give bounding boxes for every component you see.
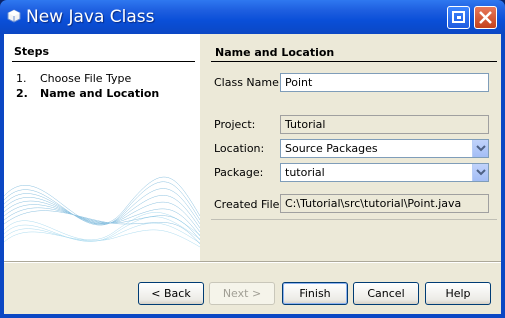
location-value: Source Packages	[285, 142, 378, 155]
class-name-input[interactable]: Point	[280, 73, 489, 92]
package-value: tutorial	[285, 166, 325, 179]
close-button[interactable]	[474, 6, 497, 29]
chevron-down-icon	[476, 145, 486, 152]
package-label: Package:	[214, 166, 264, 179]
project-label: Project:	[214, 118, 256, 131]
restore-icon	[452, 11, 465, 23]
project-field: Tutorial	[280, 115, 489, 134]
step-name-and-location: 2. Name and Location	[16, 87, 159, 100]
class-name-label: Class Name:	[214, 76, 283, 89]
location-label: Location:	[214, 142, 265, 155]
finish-button[interactable]: Finish	[282, 282, 348, 305]
steps-divider	[12, 61, 195, 62]
steps-panel: Steps 1. Choose File Type 2. Name and Loca…	[4, 34, 200, 261]
package-dropdown-button[interactable]	[472, 164, 488, 181]
step-number: 1.	[16, 72, 27, 85]
section-heading: Name and Location	[215, 46, 335, 59]
window-title: New Java Class	[26, 7, 155, 27]
step-choose-file-type: 1. Choose File Type	[16, 72, 131, 85]
created-file-label: Created File:	[214, 198, 284, 211]
section-divider	[211, 61, 497, 62]
title-bar[interactable]: New Java Class	[0, 0, 505, 34]
steps-heading: Steps	[14, 45, 50, 58]
package-select[interactable]: tutorial	[280, 163, 489, 182]
close-icon	[479, 11, 492, 24]
step-label: Name and Location	[40, 87, 160, 100]
java-class-icon	[7, 9, 21, 23]
next-button[interactable]: Next >	[209, 282, 275, 305]
back-button[interactable]: < Back	[138, 282, 204, 305]
form-divider	[211, 219, 497, 220]
location-dropdown-button[interactable]	[472, 140, 488, 157]
step-label: Choose File Type	[40, 72, 132, 85]
cancel-button[interactable]: Cancel	[353, 282, 419, 305]
created-file-field: C:\Tutorial\src\tutorial\Point.java	[280, 194, 489, 213]
help-button[interactable]: Help	[425, 282, 491, 305]
location-select[interactable]: Source Packages	[280, 139, 489, 158]
button-bar-divider-highlight	[4, 262, 501, 263]
chevron-down-icon	[476, 169, 486, 176]
step-number: 2.	[16, 87, 28, 100]
restore-button[interactable]	[447, 6, 470, 29]
decorative-waves-graphic	[4, 176, 200, 248]
